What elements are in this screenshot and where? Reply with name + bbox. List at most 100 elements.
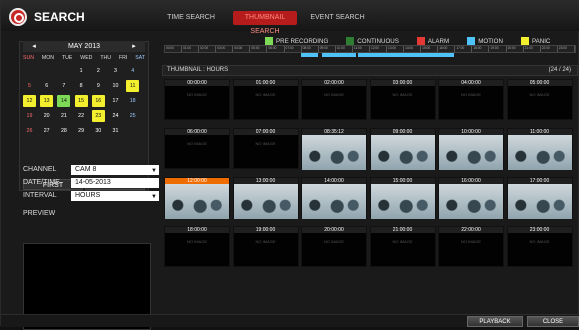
calendar-day[interactable]: 3 (109, 65, 122, 77)
timeline-tick: 04:00 (233, 46, 251, 52)
calendar-day[interactable]: 8 (75, 80, 88, 92)
thumbnail[interactable]: 08:35:12 (301, 128, 367, 170)
thumbnail-title-bar: THUMBNAIL : HOURS (24 / 24) (162, 65, 578, 76)
thumbnail-people (302, 147, 366, 170)
legend-swatch (346, 37, 355, 45)
thumbnail[interactable]: 00:00:00 NO IMAGE (164, 79, 230, 120)
timeline-tick: 22:00 (541, 46, 558, 52)
calendar-day[interactable]: 13 (40, 95, 54, 107)
weekday-label: TUE (61, 55, 73, 61)
thumbnail-time: 07:00:00 (233, 129, 298, 135)
legend-label: PRE RECORDING (276, 37, 329, 45)
calendar-day[interactable]: 14 (57, 95, 71, 107)
thumbnail[interactable]: 13:00:00 (232, 177, 299, 219)
thumbnail-time: 06:00:00 (165, 129, 229, 135)
interval-select[interactable]: HOURS ▼ (71, 191, 159, 201)
calendar-day[interactable]: 11 (126, 80, 140, 92)
timeline-tick: 01:00 (182, 46, 200, 52)
thumbnail[interactable]: 05:00:00 NO IMAGE (506, 79, 573, 120)
thumbnail[interactable]: 14:00:00 (301, 177, 367, 219)
thumbnail[interactable]: 07:00:00 NO IMAGE (232, 128, 299, 169)
thumbnail[interactable]: 21:00:00 NO IMAGE (369, 226, 436, 267)
thumbnail[interactable]: 11:00:00 (506, 128, 573, 170)
calendar-day[interactable]: 15 (74, 95, 88, 107)
calendar-day[interactable]: 18 (126, 95, 139, 107)
datetime-field[interactable]: 14-05-2013 (71, 178, 159, 188)
calendar-day[interactable]: 5 (23, 80, 36, 92)
no-image-label: NO IMAGE (529, 239, 550, 244)
tab-event-search[interactable]: EVENT SEARCH (310, 11, 365, 25)
calendar-day[interactable]: 31 (109, 125, 122, 137)
thumbnail[interactable]: 01:00:00 NO IMAGE (232, 79, 299, 120)
legend-label: CONTINUOUS (357, 37, 399, 45)
thumbnail[interactable]: 19:00:00 NO IMAGE (232, 226, 299, 267)
calendar-day[interactable]: 2 (92, 65, 105, 77)
thumbnail[interactable]: 06:00:00 NO IMAGE (164, 128, 230, 169)
weekday-row: SUN MON TUE WED THU FRI SAT (23, 54, 145, 63)
thumbnail[interactable]: 02:00:00 NO IMAGE (301, 79, 367, 120)
thumbnail-time: 00:00:00 (165, 80, 229, 86)
prev-month-icon[interactable]: ◂ (29, 41, 39, 52)
thumbnail[interactable]: 22:00:00 NO IMAGE (438, 226, 504, 267)
thumbnail[interactable]: 03:00:00 NO IMAGE (369, 79, 436, 120)
no-image-label: NO IMAGE (186, 239, 207, 244)
calendar-day[interactable]: 28 (57, 125, 70, 137)
calendar-day[interactable]: 30 (92, 125, 105, 137)
timeline-tick: 00:00 (165, 46, 183, 52)
timeline-tick: 09:00 (319, 46, 336, 52)
thumbnail-count: (24 / 24) (548, 67, 571, 73)
calendar-day[interactable]: 4 (126, 65, 139, 77)
calendar-day[interactable]: 21 (57, 110, 70, 122)
search-window: SEARCH TIME SEARCH THUMBNAIL SEARCH EVEN… (0, 0, 579, 330)
legend-item: PANIC (520, 37, 551, 45)
no-image-label: NO IMAGE (460, 92, 481, 97)
calendar-day[interactable]: 23 (91, 110, 105, 122)
channel-label: CHANNEL (23, 166, 57, 173)
calendar-day[interactable]: 9 (92, 80, 105, 92)
calendar-day[interactable]: 6 (40, 80, 53, 92)
thumbnail[interactable]: 17:00:00 (506, 177, 573, 219)
calendar-day[interactable]: 16 (91, 95, 105, 107)
thumbnail[interactable]: 18:00:00 NO IMAGE (164, 226, 230, 267)
next-month-icon[interactable]: ▸ (129, 41, 139, 52)
calendar-day[interactable]: 29 (75, 125, 88, 137)
thumbnail[interactable]: 09:00:00 (369, 128, 436, 170)
calendar-day[interactable]: 27 (40, 125, 53, 137)
thumbnail[interactable]: 16:00:00 (438, 177, 504, 219)
no-image-label: NO IMAGE (323, 92, 344, 97)
channel-select[interactable]: CAM 8 ▼ (71, 165, 159, 175)
no-image-label: NO IMAGE (255, 92, 276, 97)
calendar-grid: 1 2 3 4 5 6 7 8 9 10 11 12 13 14 15 16 17 18 19 20 21 22 23 24 2… (23, 65, 145, 167)
thumbnail[interactable]: 15:00:00 (369, 177, 436, 219)
legend-item: MOTION (467, 37, 503, 45)
timeline-ruler[interactable]: 00:00 01:00 02:00 03:00 04:00 05:00 06:00 07:00… (164, 45, 576, 53)
thumbnail-time: 21:00:00 (370, 227, 435, 233)
legend-label: PANIC (531, 37, 551, 45)
interval-value: HOURS (75, 192, 101, 199)
tab-time-search[interactable]: TIME SEARCH (161, 11, 221, 25)
calendar-day[interactable]: 19 (23, 110, 36, 122)
calendar-day[interactable]: 26 (23, 125, 36, 137)
calendar-day[interactable]: 1 (75, 65, 88, 77)
legend-swatch (467, 37, 476, 45)
thumbnail-time: 22:00:00 (439, 227, 503, 233)
calendar-day[interactable]: 20 (40, 110, 53, 122)
calendar-day[interactable]: 25 (126, 110, 139, 122)
preview-label: PREVIEW (23, 210, 56, 217)
calendar-day[interactable]: 7 (57, 80, 70, 92)
thumbnail[interactable]: 04:00:00 NO IMAGE (438, 79, 504, 120)
calendar-day[interactable]: 10 (109, 80, 122, 92)
calendar-day[interactable]: 12 (23, 95, 36, 107)
thumbnail-people (370, 147, 435, 170)
close-button[interactable]: CLOSE (527, 316, 579, 327)
thumbnail[interactable]: 23:00:00 NO IMAGE (506, 226, 573, 267)
thumbnail[interactable]: 10:00:00 (438, 128, 504, 170)
tab-thumbnail-search[interactable]: THUMBNAIL SEARCH (233, 11, 297, 35)
thumbnail[interactable]: 12:00:00 (164, 177, 230, 219)
calendar-empty-cell (40, 65, 53, 77)
calendar-day[interactable]: 22 (75, 110, 88, 122)
playback-button[interactable]: PLAYBACK (467, 316, 523, 327)
calendar-day[interactable]: 24 (109, 110, 122, 122)
thumbnail[interactable]: 20:00:00 NO IMAGE (301, 226, 367, 267)
calendar-day[interactable]: 17 (109, 95, 122, 107)
